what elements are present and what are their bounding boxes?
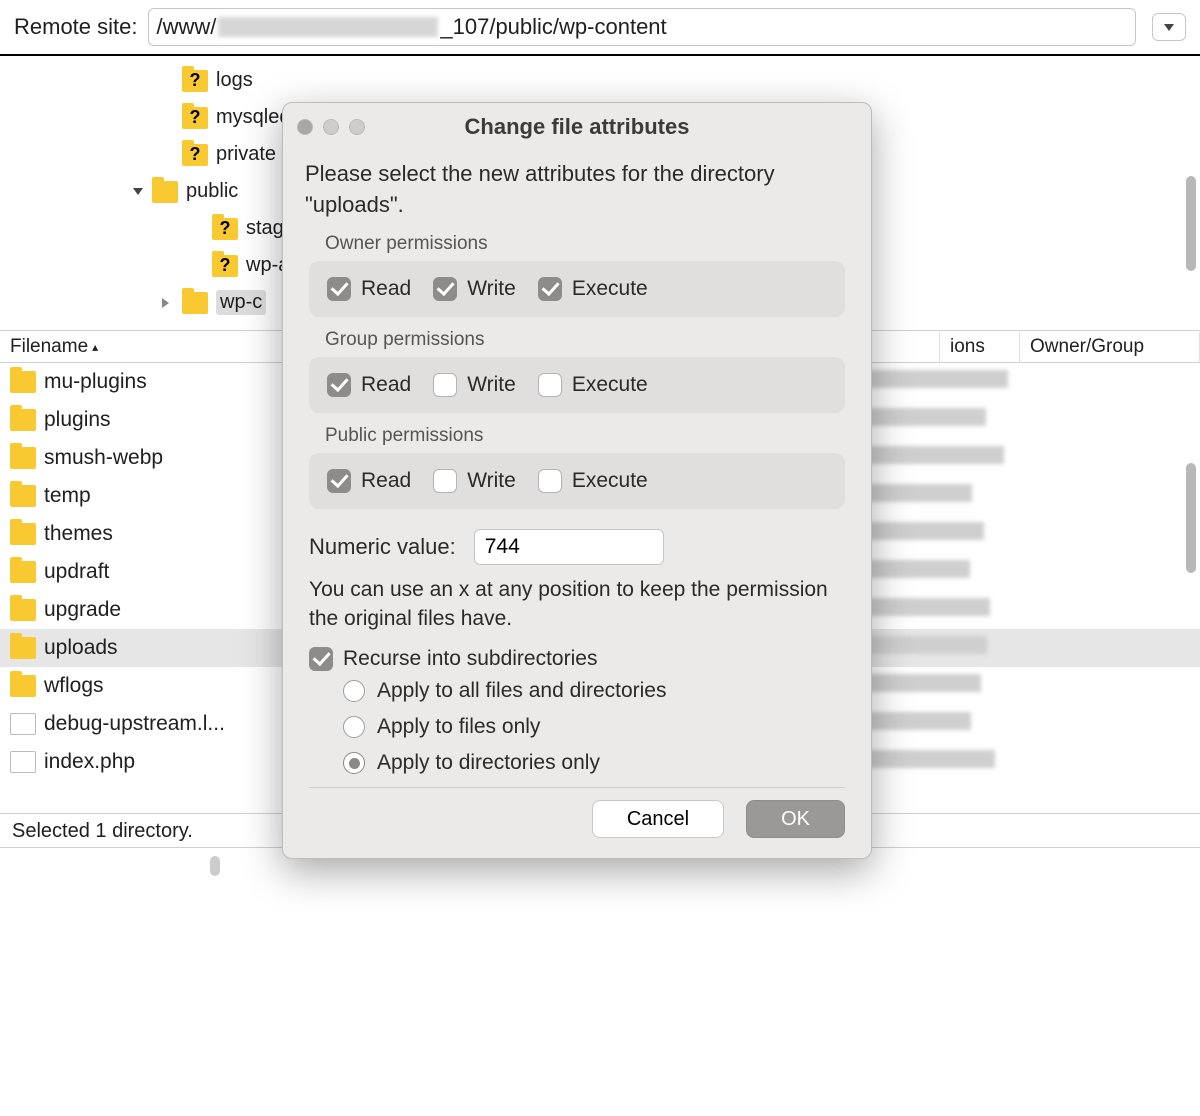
file-owner (860, 636, 1040, 660)
remote-site-label: Remote site: (14, 14, 138, 40)
owner-permissions-group: Read Write Execute (309, 261, 845, 317)
folder-icon (10, 561, 36, 583)
public-permissions-group: Read Write Execute (309, 453, 845, 509)
folder-icon (10, 409, 36, 431)
column-permissions[interactable]: ions (940, 332, 1020, 362)
unknown-folder-icon (212, 255, 238, 277)
file-name: updraft (44, 560, 109, 584)
window-controls (297, 119, 365, 135)
tree-item-label: wp-c (216, 290, 266, 315)
folder-icon (10, 447, 36, 469)
dialog-title: Change file attributes (283, 114, 871, 140)
apply-all-radio[interactable]: Apply to all files and directories (343, 679, 849, 703)
column-owner-group[interactable]: Owner/Group (1020, 332, 1200, 362)
owner-write-checkbox[interactable]: Write (433, 277, 516, 301)
public-write-checkbox[interactable]: Write (433, 469, 516, 493)
unknown-folder-icon (182, 107, 208, 129)
folder-icon (182, 292, 208, 314)
chevron-down-icon[interactable] (130, 184, 146, 200)
tree-scrollbar[interactable] (1184, 176, 1198, 316)
file-owner (860, 560, 1040, 584)
unknown-folder-icon (212, 218, 238, 240)
cancel-button[interactable]: Cancel (592, 800, 724, 838)
public-read-checkbox[interactable]: Read (327, 469, 411, 493)
chevron-right-icon[interactable] (160, 295, 176, 311)
file-name: upgrade (44, 598, 121, 622)
path-dropdown-button[interactable] (1152, 13, 1186, 41)
ok-button[interactable]: OK (746, 800, 845, 838)
file-icon (10, 751, 36, 773)
file-name: wflogs (44, 674, 104, 698)
folder-icon (10, 523, 36, 545)
file-icon (10, 713, 36, 735)
owner-read-checkbox[interactable]: Read (327, 277, 411, 301)
apply-dirs-radio[interactable]: Apply to directories only (343, 751, 849, 775)
file-name: index.php (44, 750, 135, 774)
file-name: uploads (44, 636, 118, 660)
tree-item-label: mysqled (216, 106, 290, 129)
file-name: themes (44, 522, 113, 546)
tree-item-label: private (216, 143, 276, 166)
minimize-icon[interactable] (323, 119, 339, 135)
file-name: smush-webp (44, 446, 163, 470)
file-owner (860, 408, 1040, 432)
recurse-checkbox[interactable]: Recurse into subdirectories (309, 647, 845, 671)
file-owner (860, 750, 1040, 774)
unknown-folder-icon (182, 70, 208, 92)
file-owner (860, 598, 1040, 622)
bottom-pane (0, 847, 1200, 1107)
file-name: mu-plugins (44, 370, 147, 394)
file-list-scrollbar[interactable] (1184, 463, 1198, 673)
file-owner (860, 370, 1040, 394)
remote-path-bar: Remote site: /www/ _107/public/wp-conten… (0, 0, 1200, 56)
tree-item[interactable]: logs (0, 62, 1200, 99)
folder-icon (10, 599, 36, 621)
public-permissions-label: Public permissions (325, 425, 849, 447)
file-owner (860, 522, 1040, 546)
owner-permissions-label: Owner permissions (325, 233, 849, 255)
path-prefix: /www/ (157, 14, 217, 40)
path-redacted (218, 17, 438, 37)
group-read-checkbox[interactable]: Read (327, 373, 411, 397)
sort-asc-icon: ▴ (92, 340, 98, 354)
file-owner (860, 674, 1040, 698)
path-suffix: _107/public/wp-content (440, 14, 666, 40)
folder-icon (10, 371, 36, 393)
horizontal-scrollbar[interactable] (210, 856, 220, 876)
numeric-value-input[interactable] (474, 529, 664, 565)
group-permissions-group: Read Write Execute (309, 357, 845, 413)
tree-item-label: public (186, 180, 238, 203)
apply-files-radio[interactable]: Apply to files only (343, 715, 849, 739)
group-execute-checkbox[interactable]: Execute (538, 373, 648, 397)
group-permissions-label: Group permissions (325, 329, 849, 351)
group-write-checkbox[interactable]: Write (433, 373, 516, 397)
owner-execute-checkbox[interactable]: Execute (538, 277, 648, 301)
dialog-titlebar[interactable]: Change file attributes (283, 103, 871, 151)
tree-item-label: logs (216, 69, 253, 92)
file-owner (860, 446, 1040, 470)
folder-icon (10, 485, 36, 507)
dialog-instruction: Please select the new attributes for the… (305, 159, 849, 221)
folder-icon (10, 675, 36, 697)
folder-icon (10, 637, 36, 659)
numeric-value-label: Numeric value: (309, 534, 456, 560)
change-attributes-dialog: Change file attributes Please select the… (282, 102, 872, 859)
unknown-folder-icon (182, 144, 208, 166)
file-name: temp (44, 484, 91, 508)
file-owner (860, 712, 1040, 736)
zoom-icon[interactable] (349, 119, 365, 135)
file-name: debug-upstream.l... (44, 712, 225, 736)
public-execute-checkbox[interactable]: Execute (538, 469, 648, 493)
chevron-down-icon (1164, 24, 1174, 31)
numeric-hint: You can use an x at any position to keep… (309, 575, 845, 634)
file-name: plugins (44, 408, 111, 432)
remote-path-field[interactable]: /www/ _107/public/wp-content (148, 8, 1137, 46)
folder-icon (152, 181, 178, 203)
close-icon[interactable] (297, 119, 313, 135)
file-owner (860, 484, 1040, 508)
